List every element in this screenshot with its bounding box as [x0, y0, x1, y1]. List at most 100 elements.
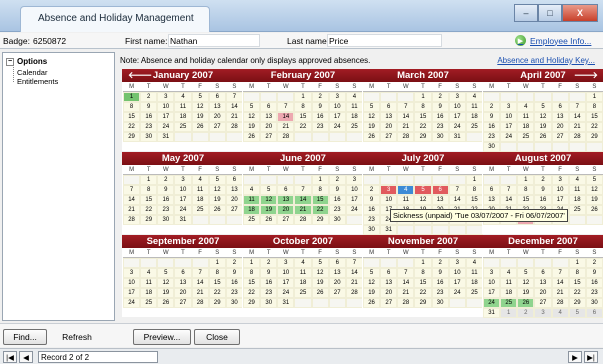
day-cell[interactable]: 28	[397, 132, 415, 142]
day-cell[interactable]: 3	[500, 102, 518, 112]
day-cell[interactable]: 2	[311, 92, 329, 102]
day-cell[interactable]: 9	[260, 268, 278, 278]
day-cell[interactable]: 1	[568, 258, 586, 268]
day-cell[interactable]: 13	[534, 278, 552, 288]
day-cell[interactable]: 11	[465, 102, 483, 112]
day-cell[interactable]: 17	[448, 278, 466, 288]
day-cell[interactable]: 6	[328, 258, 346, 268]
day-cell[interactable]: 15	[568, 278, 586, 288]
day-cell[interactable]: 25	[500, 298, 518, 308]
day-cell[interactable]: 14	[448, 195, 466, 205]
day-cell[interactable]: 18	[517, 122, 535, 132]
day-cell[interactable]: 17	[551, 195, 569, 205]
day-cell[interactable]: 26	[243, 132, 261, 142]
day-cell[interactable]: 29	[243, 298, 261, 308]
day-cell[interactable]: 23	[157, 205, 175, 215]
day-cell[interactable]: 17	[277, 278, 295, 288]
collapse-toggle[interactable]: −	[6, 57, 14, 66]
day-cell[interactable]: 7	[397, 102, 415, 112]
day-cell[interactable]: 3	[534, 308, 552, 318]
day-cell[interactable]: 28	[191, 298, 209, 308]
day-cell[interactable]: 4	[345, 92, 363, 102]
day-cell[interactable]: 19	[311, 278, 329, 288]
day-cell[interactable]: 8	[311, 185, 329, 195]
day-cell[interactable]: 17	[123, 288, 141, 298]
day-cell[interactable]: 6	[225, 175, 243, 185]
day-cell[interactable]: 5	[534, 102, 552, 112]
day-cell[interactable]: 26	[157, 298, 175, 308]
day-cell[interactable]: 14	[397, 112, 415, 122]
day-cell[interactable]: 24	[345, 205, 363, 215]
day-cell[interactable]: 11	[191, 185, 209, 195]
absence-key-link[interactable]: Absence and Holiday Key...	[497, 56, 595, 65]
day-cell[interactable]: 28	[294, 215, 312, 225]
day-cell[interactable]: 10	[174, 185, 192, 195]
day-cell[interactable]: 21	[277, 122, 295, 132]
day-cell[interactable]: 25	[465, 288, 483, 298]
day-cell[interactable]: 3	[174, 175, 192, 185]
day-cell[interactable]: 12	[363, 112, 381, 122]
day-cell[interactable]: 3	[448, 92, 466, 102]
day-cell[interactable]: 30	[483, 142, 501, 152]
day-cell[interactable]: 5	[568, 308, 586, 318]
day-cell[interactable]: 13	[483, 195, 501, 205]
day-cell[interactable]: 24	[500, 132, 518, 142]
day-cell[interactable]: 20	[534, 288, 552, 298]
day-cell[interactable]: 12	[585, 185, 603, 195]
day-cell[interactable]: 14	[294, 195, 312, 205]
day-cell[interactable]: 15	[414, 112, 432, 122]
day-cell[interactable]: 17	[328, 112, 346, 122]
day-cell[interactable]: 12	[243, 112, 261, 122]
day-cell[interactable]: 19	[243, 122, 261, 132]
day-cell[interactable]: 12	[157, 278, 175, 288]
day-cell[interactable]: 10	[123, 278, 141, 288]
day-cell[interactable]: 2	[483, 102, 501, 112]
day-cell[interactable]: 21	[551, 288, 569, 298]
day-cell[interactable]: 22	[294, 122, 312, 132]
day-cell[interactable]: 27	[328, 288, 346, 298]
day-cell[interactable]: 23	[363, 215, 381, 225]
day-cell[interactable]: 8	[294, 102, 312, 112]
day-cell[interactable]: 4	[140, 268, 158, 278]
day-cell[interactable]: 31	[277, 298, 295, 308]
day-cell[interactable]: 3	[448, 258, 466, 268]
day-cell[interactable]: 12	[260, 195, 278, 205]
day-cell[interactable]: 23	[328, 205, 346, 215]
day-cell[interactable]: 15	[123, 112, 141, 122]
day-cell[interactable]: 16	[431, 112, 449, 122]
day-cell[interactable]: 24	[157, 122, 175, 132]
day-cell[interactable]: 26	[363, 132, 381, 142]
day-cell[interactable]: 16	[585, 278, 603, 288]
day-cell[interactable]: 7	[294, 185, 312, 195]
day-cell[interactable]: 7	[448, 185, 466, 195]
day-cell[interactable]: 11	[500, 278, 518, 288]
day-cell[interactable]: 13	[225, 185, 243, 195]
day-cell[interactable]: 8	[414, 102, 432, 112]
day-cell[interactable]: 13	[380, 112, 398, 122]
day-cell[interactable]: 16	[225, 278, 243, 288]
day-cell[interactable]: 27	[208, 122, 226, 132]
prev-record-button[interactable]: ◀	[19, 351, 33, 363]
day-cell[interactable]: 19	[191, 112, 209, 122]
find-button[interactable]: Find...	[3, 329, 47, 345]
day-cell[interactable]: 8	[465, 185, 483, 195]
day-cell[interactable]: 1	[585, 92, 603, 102]
day-cell[interactable]: 29	[311, 215, 329, 225]
day-cell[interactable]: 14	[277, 112, 295, 122]
day-cell[interactable]: 2	[534, 175, 552, 185]
tree-item-calendar[interactable]: Calendar	[17, 68, 47, 77]
day-cell[interactable]: 7	[225, 92, 243, 102]
day-cell[interactable]: 16	[140, 112, 158, 122]
day-cell[interactable]: 15	[414, 278, 432, 288]
day-cell[interactable]: 31	[380, 225, 398, 235]
day-cell[interactable]: 10	[328, 102, 346, 112]
day-cell[interactable]: 13	[380, 278, 398, 288]
day-cell[interactable]: 12	[363, 278, 381, 288]
day-cell[interactable]: 28	[345, 288, 363, 298]
day-cell[interactable]: 5	[585, 175, 603, 185]
day-cell[interactable]: 4	[465, 258, 483, 268]
day-cell[interactable]: 25	[465, 122, 483, 132]
day-cell[interactable]: 28	[397, 298, 415, 308]
preview-button[interactable]: Preview...	[133, 329, 191, 345]
day-cell[interactable]: 11	[568, 185, 586, 195]
